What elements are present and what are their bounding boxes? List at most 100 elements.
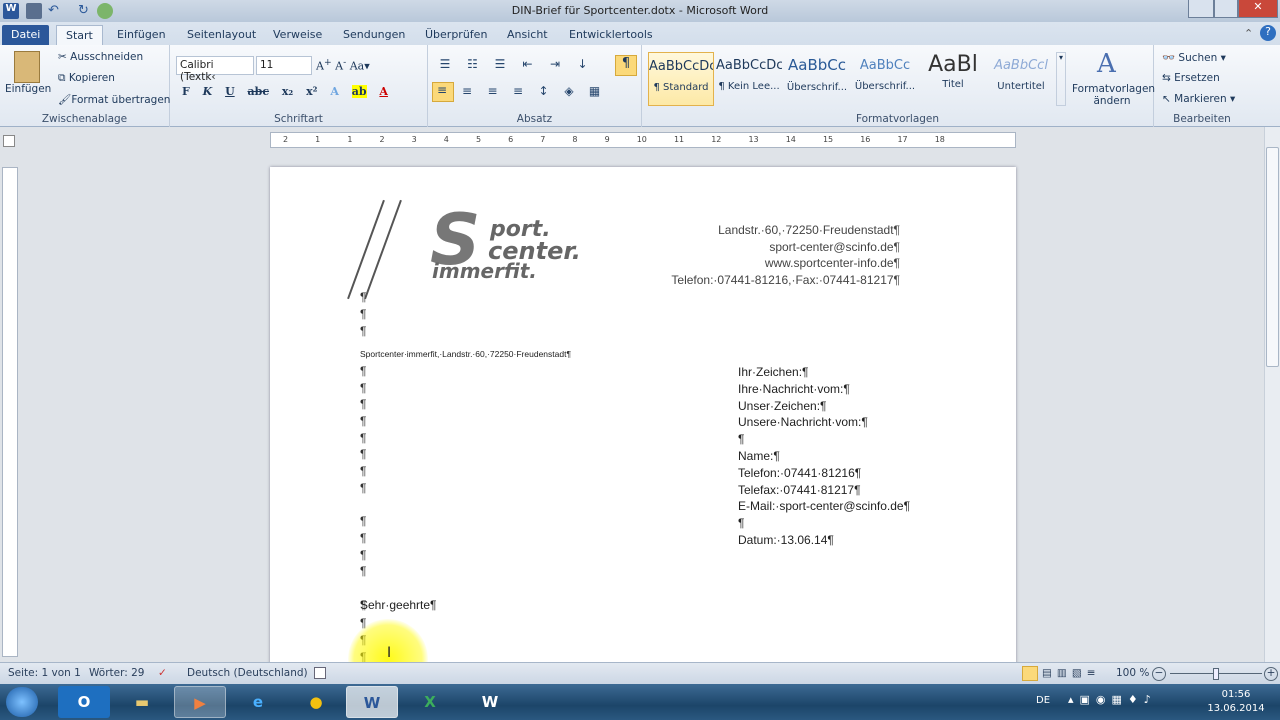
font-color-icon[interactable]: A — [379, 85, 388, 98]
taskbar-excel[interactable]: X — [404, 686, 456, 718]
style-kein-leerraum[interactable]: AaBbCcDc ¶ Kein Lee... — [716, 52, 782, 106]
taskbar-word[interactable]: W — [346, 686, 398, 718]
taskbar-chrome[interactable]: ● — [290, 686, 342, 718]
style-heading1[interactable]: AaBbCc Überschrif... — [784, 52, 850, 106]
tab-entwicklertools[interactable]: Entwicklertools — [560, 25, 662, 45]
group-label: Zwischenablage — [41, 113, 128, 125]
vertical-ruler[interactable] — [2, 167, 18, 657]
style-subtitle[interactable]: AaBbCcl Untertitel — [988, 52, 1054, 106]
tab-ueberpruefen[interactable]: Überprüfen — [416, 25, 496, 45]
superscript-icon[interactable]: x² — [306, 85, 317, 98]
style-preview: AaBbCc — [859, 58, 911, 73]
minimize-button[interactable] — [1188, 0, 1214, 18]
font-size-select[interactable]: 11 — [256, 56, 312, 75]
clock[interactable]: 01:56 13.06.2014 — [1200, 688, 1272, 716]
find-button[interactable]: 👓 Suchen ▾ — [1162, 51, 1226, 64]
zoom-slider-thumb[interactable] — [1213, 668, 1219, 680]
info-line: Ihr·Zeichen:¶ — [738, 365, 809, 379]
paragraph-mark: ¶ — [360, 380, 367, 395]
strikethrough-icon[interactable]: abc — [248, 85, 270, 98]
bullets-icon[interactable]: ☰ — [436, 57, 454, 71]
taskbar-media[interactable]: ▶ — [174, 686, 226, 718]
close-button[interactable]: ✕ — [1238, 0, 1278, 18]
increase-indent-icon[interactable]: ⇥ — [546, 57, 564, 71]
help-icon[interactable]: ? — [1260, 25, 1276, 41]
show-marks-button[interactable]: ¶ — [615, 55, 637, 76]
align-left-button[interactable]: ≡ — [432, 82, 454, 102]
word-count[interactable]: Wörter: 29 — [89, 667, 144, 679]
style-heading2[interactable]: AaBbCc Überschrif... — [852, 52, 918, 106]
ruler-tick-label: 2 — [283, 135, 289, 144]
info-line: E-Mail:·sport-center@scinfo.de¶ — [738, 499, 911, 514]
taskbar-word-2[interactable]: W — [464, 686, 516, 718]
taskbar-outlook[interactable]: O — [58, 686, 110, 718]
paragraph-mark: ¶ — [360, 430, 367, 445]
vertical-scrollbar[interactable] — [1264, 127, 1280, 662]
copy-button[interactable]: ⧉ Kopieren — [58, 72, 115, 85]
zoom-out-button[interactable]: − — [1152, 667, 1166, 681]
style-title[interactable]: AaBl Titel — [920, 52, 986, 106]
ruler-tick-label: 3 — [411, 135, 417, 144]
style-name: Untertitel — [997, 81, 1045, 92]
proofing-icon[interactable]: ✓ — [158, 667, 167, 679]
highlight-icon[interactable]: ab — [351, 85, 367, 98]
grow-font-icon[interactable]: A+ A- Aa▾ — [316, 57, 370, 73]
select-button[interactable]: ↖ Markieren ▾ — [1162, 93, 1235, 105]
style-preview: AaBbCcl — [994, 58, 1048, 73]
document-page[interactable]: S port. center. immerfit. Landstr.·60,·7… — [270, 167, 1016, 699]
scroll-thumb[interactable] — [1266, 147, 1279, 367]
zoom-in-button[interactable]: + — [1264, 667, 1278, 681]
paragraph-mark: ¶ — [360, 397, 367, 412]
tab-seitenlayout[interactable]: Seitenlayout — [178, 25, 265, 45]
start-button[interactable] — [6, 687, 38, 717]
format-painter-button[interactable]: 🖌Format übertragen — [58, 93, 170, 106]
language[interactable]: Deutsch (Deutschland) — [187, 667, 308, 679]
font-name-select[interactable]: Calibri (Textk‹ — [176, 56, 254, 83]
taskbar-explorer[interactable]: ▬ — [116, 686, 168, 718]
sort-icon[interactable]: ↓ — [574, 57, 592, 71]
cut-button[interactable]: ✂ Ausschneiden — [58, 51, 143, 63]
macro-icon[interactable] — [314, 667, 326, 679]
decrease-indent-icon[interactable]: ⇤ — [519, 57, 537, 71]
align-center-icon[interactable]: ≡ — [458, 84, 476, 98]
taskbar-internet-explorer[interactable]: e — [232, 686, 284, 718]
numbering-icon[interactable]: ☷ — [464, 57, 482, 71]
align-right-icon[interactable]: ≡ — [484, 84, 502, 98]
zoom-level[interactable]: 100 % — [1116, 667, 1149, 679]
tab-ansicht[interactable]: Ansicht — [498, 25, 557, 45]
tab-sendungen[interactable]: Sendungen — [334, 25, 414, 45]
logo-text: immerfit. — [432, 259, 537, 283]
info-line: Telefax:·07441·81217¶ — [738, 482, 861, 497]
underline-button[interactable]: U — [225, 85, 235, 98]
horizontal-ruler[interactable]: 2 1 1 2 3 4 5 6 7 8 9 10 11 12 13 14 15 16 17 18 — [270, 132, 1016, 148]
tab-datei[interactable]: Datei — [2, 25, 50, 45]
italic-button[interactable]: K — [203, 85, 213, 98]
view-buttons[interactable]: ▤▥▧≡ — [1042, 667, 1101, 679]
paste-button[interactable]: Einfügen — [5, 83, 51, 95]
subscript-icon[interactable]: x₂ — [282, 85, 293, 98]
shading-icon[interactable]: ◈ — [560, 84, 578, 98]
tab-selector[interactable] — [3, 135, 15, 147]
ruler-tick-label: 4 — [443, 135, 449, 144]
maximize-button[interactable] — [1214, 0, 1238, 18]
page-count[interactable]: Seite: 1 von 1 — [8, 667, 81, 679]
styles-scroll-button[interactable]: ▾ — [1056, 52, 1066, 106]
change-styles-button[interactable]: Formatvorlagen ändern — [1072, 83, 1155, 107]
replace-button[interactable]: ⇆ Ersetzen — [1162, 72, 1220, 84]
input-language[interactable]: DE — [1036, 695, 1050, 706]
style-standard[interactable]: AaBbCcDc ¶ Standard — [648, 52, 714, 106]
bold-button[interactable]: F — [182, 85, 190, 98]
style-name: ¶ Standard — [653, 82, 709, 93]
tab-verweise[interactable]: Verweise — [264, 25, 331, 45]
minimize-ribbon-icon[interactable]: ⌃ — [1244, 27, 1253, 40]
ruler-tick-label: 13 — [748, 135, 759, 144]
text-effects-icon[interactable]: A — [330, 85, 339, 98]
tab-einfuegen[interactable]: Einfügen — [108, 25, 175, 45]
tab-start[interactable]: Start — [56, 25, 103, 45]
borders-icon[interactable]: ▦ — [586, 84, 604, 98]
tray-icons[interactable]: ▴▣◉▦♦♪ — [1068, 693, 1157, 706]
line-spacing-icon[interactable]: ↕ — [535, 84, 553, 98]
print-layout-button[interactable] — [1022, 666, 1038, 681]
justify-icon[interactable]: ≡ — [509, 84, 527, 98]
multilevel-icon[interactable]: ☰ — [491, 57, 509, 71]
